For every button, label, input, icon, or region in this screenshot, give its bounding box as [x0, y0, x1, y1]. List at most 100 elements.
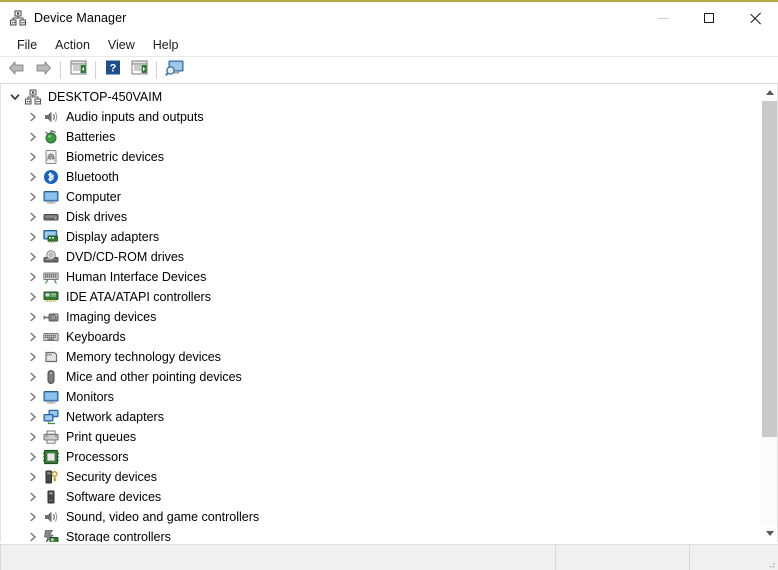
tree-node-label: Batteries — [66, 130, 116, 144]
maximize-button[interactable] — [686, 2, 732, 34]
chevron-right-icon[interactable] — [25, 149, 41, 165]
menu-file[interactable]: File — [8, 36, 46, 54]
chevron-right-icon[interactable] — [25, 329, 41, 345]
tree-node-audio-inputs-and-outputs[interactable]: Audio inputs and outputs — [1, 107, 760, 127]
chevron-right-icon[interactable] — [25, 509, 41, 525]
chevron-right-icon[interactable] — [25, 209, 41, 225]
chevron-right-icon[interactable] — [25, 229, 41, 245]
scroll-up-button[interactable] — [761, 84, 777, 101]
chevron-right-icon[interactable] — [25, 529, 41, 542]
chevron-right-icon[interactable] — [25, 349, 41, 365]
menu-help[interactable]: Help — [144, 36, 188, 54]
tree-node-mice-and-other-pointing-devices[interactable]: Mice and other pointing devices — [1, 367, 760, 387]
tree-node-storage-controllers[interactable]: Storage controllers — [1, 527, 760, 542]
tree-node-disk-drives[interactable]: Disk drives — [1, 207, 760, 227]
menu-bar: File Action View Help — [0, 34, 778, 57]
scan-for-hardware-changes-button[interactable] — [161, 58, 187, 82]
tree-node-bluetooth[interactable]: Bluetooth — [1, 167, 760, 187]
tree-node-security-devices[interactable]: Security devices — [1, 467, 760, 487]
tree-node-label: IDE ATA/ATAPI controllers — [66, 290, 211, 304]
computer-tree-icon — [25, 89, 41, 105]
speaker-icon — [43, 109, 59, 125]
toolbar: ? — [0, 57, 778, 84]
show-hide-console-tree-button[interactable] — [65, 58, 91, 82]
cpu-icon — [43, 449, 59, 465]
close-button[interactable] — [732, 2, 778, 34]
help-button[interactable]: ? — [100, 58, 126, 82]
vertical-scroll-track[interactable] — [761, 101, 777, 525]
back-button[interactable] — [4, 58, 30, 82]
toolbar-separator — [156, 61, 157, 79]
camera-icon — [43, 309, 59, 325]
tree-node-label: Security devices — [66, 470, 158, 484]
tree-node-imaging-devices[interactable]: Imaging devices — [1, 307, 760, 327]
chevron-right-icon[interactable] — [25, 129, 41, 145]
vertical-scroll-thumb[interactable] — [762, 101, 777, 437]
bluetooth-icon — [43, 169, 59, 185]
hid-keyboard-icon — [43, 269, 59, 285]
tree-node-label: DVD/CD-ROM drives — [66, 250, 185, 264]
chevron-right-icon[interactable] — [25, 469, 41, 485]
tree-node-ide-ata-atapi-controllers[interactable]: IDE ATA/ATAPI controllers — [1, 287, 760, 307]
tree-node-biometric-devices[interactable]: Biometric devices — [1, 147, 760, 167]
scroll-up-arrow-icon — [765, 90, 774, 95]
tree-node-processors[interactable]: Processors — [1, 447, 760, 467]
tree-node-label: Computer — [66, 190, 121, 204]
tree-node-keyboards[interactable]: Keyboards — [1, 327, 760, 347]
tree-node-dvd-cdrom-drives[interactable]: DVD/CD-ROM drives — [1, 247, 760, 267]
chevron-right-icon[interactable] — [25, 489, 41, 505]
tree-node-software-devices[interactable]: Software devices — [1, 487, 760, 507]
chevron-right-icon[interactable] — [25, 449, 41, 465]
chevron-right-icon[interactable] — [25, 289, 41, 305]
scroll-down-button[interactable] — [761, 525, 777, 542]
scroll-down-arrow-icon — [765, 531, 774, 536]
tree-node-print-queues[interactable]: Print queues — [1, 427, 760, 447]
vertical-scrollbar[interactable] — [760, 84, 777, 542]
tree-node-human-interface-devices[interactable]: Human Interface Devices — [1, 267, 760, 287]
chevron-right-icon[interactable] — [25, 189, 41, 205]
battery-icon — [43, 129, 59, 145]
tree-node-label: DESKTOP-450VAIM — [48, 90, 163, 104]
back-arrow-icon — [8, 60, 26, 81]
toolbar-separator — [60, 61, 61, 79]
chevron-right-icon[interactable] — [25, 109, 41, 125]
tree-node-label: Software devices — [66, 490, 162, 504]
chevron-right-icon[interactable] — [25, 389, 41, 405]
chevron-right-icon[interactable] — [25, 249, 41, 265]
tree-node-sound-video-and-game-controllers[interactable]: Sound, video and game controllers — [1, 507, 760, 527]
maximize-icon — [704, 13, 714, 23]
menu-action[interactable]: Action — [46, 36, 99, 54]
chevron-right-icon[interactable] — [25, 369, 41, 385]
device-tree[interactable]: DESKTOP-450VAIM Audio inputs and outputs — [1, 84, 760, 542]
tree-node-memory-technology-devices[interactable]: Memory technology devices — [1, 347, 760, 367]
resize-grip-icon[interactable] — [764, 556, 776, 568]
chevron-right-icon[interactable] — [25, 429, 41, 445]
chevron-right-icon[interactable] — [25, 269, 41, 285]
caption-button-group — [640, 2, 778, 34]
title-bar: Device Manager — [0, 2, 778, 34]
window-title: Device Manager — [34, 11, 127, 25]
display-adapter-icon — [43, 229, 59, 245]
chevron-down-icon[interactable] — [7, 89, 23, 105]
tree-node-network-adapters[interactable]: Network adapters — [1, 407, 760, 427]
tree-node-computer[interactable]: Computer — [1, 187, 760, 207]
forward-button[interactable] — [30, 58, 56, 82]
properties-icon — [131, 60, 148, 80]
tree-node-batteries[interactable]: Batteries — [1, 127, 760, 147]
minimize-button[interactable] — [640, 2, 686, 34]
keyboard-icon — [43, 329, 59, 345]
fingerprint-icon — [43, 149, 59, 165]
status-pane-secondary — [556, 545, 690, 570]
tree-node-label: Imaging devices — [66, 310, 157, 324]
tree-node-monitors[interactable]: Monitors — [1, 387, 760, 407]
properties-button[interactable] — [126, 58, 152, 82]
tree-node-display-adapters[interactable]: Display adapters — [1, 227, 760, 247]
menu-view[interactable]: View — [99, 36, 144, 54]
chevron-right-icon[interactable] — [25, 309, 41, 325]
scan-for-hardware-changes-icon — [164, 60, 184, 81]
forward-arrow-icon — [34, 60, 52, 81]
chevron-right-icon[interactable] — [25, 409, 41, 425]
chevron-right-icon[interactable] — [25, 169, 41, 185]
tree-node-root[interactable]: DESKTOP-450VAIM — [1, 87, 760, 107]
svg-text:?: ? — [110, 63, 117, 75]
